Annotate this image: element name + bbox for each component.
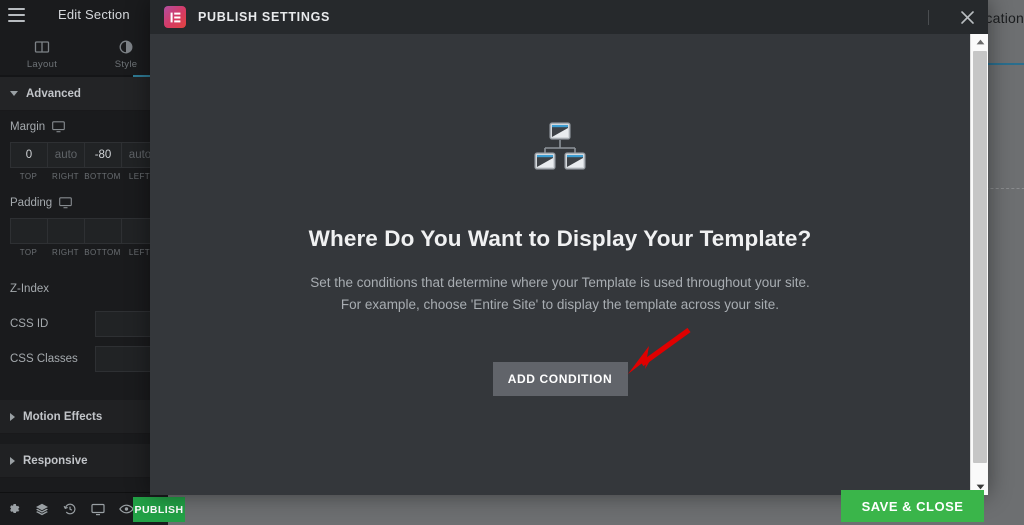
cssid-row: CSS ID xyxy=(0,306,168,341)
margin-bottom-label: BOTTOM xyxy=(84,172,121,181)
padding-label: Padding xyxy=(10,197,53,209)
sitemap-hierarchy-icon xyxy=(532,122,588,175)
padding-top-label: TOP xyxy=(19,248,38,257)
margin-bottom-cell: -80 BOTTOM xyxy=(84,142,122,181)
margin-top-label: TOP xyxy=(19,172,38,181)
page-title: Edit Section xyxy=(58,7,130,22)
hamburger-icon[interactable] xyxy=(8,8,25,22)
padding-top-input[interactable] xyxy=(10,218,48,244)
canvas-accent-line xyxy=(985,63,1024,65)
modal-scrollbar-thumb[interactable] xyxy=(973,51,987,463)
padding-bottom-label: BOTTOM xyxy=(84,248,121,257)
desktop-monitor-icon[interactable] xyxy=(59,197,73,209)
publish-button[interactable]: PUBLISH xyxy=(133,497,185,522)
margin-label: Margin xyxy=(10,121,46,133)
modal-description: Set the conditions that determine where … xyxy=(310,272,810,316)
zindex-label: Z-Index xyxy=(10,282,49,295)
padding-right-input[interactable] xyxy=(47,218,85,244)
cssclasses-label: CSS Classes xyxy=(10,352,78,365)
section-advanced-label: Advanced xyxy=(26,87,81,100)
sidebar-body: Advanced Margin 0 TOP auto RIGHT -80 BOT… xyxy=(0,77,168,478)
settings-gear-icon[interactable] xyxy=(0,502,28,516)
section-advanced[interactable]: Advanced xyxy=(0,77,168,111)
section-motion-effects-label: Motion Effects xyxy=(23,410,103,423)
modal-heading: Where Do You Want to Display Your Templa… xyxy=(308,226,812,251)
padding-bottom-input[interactable] xyxy=(84,218,122,244)
sidebar-tabs: Layout Style xyxy=(0,31,168,78)
margin-top-input[interactable]: 0 xyxy=(10,142,48,168)
section-motion-effects[interactable]: Motion Effects xyxy=(0,400,168,434)
cssclasses-row: CSS Classes xyxy=(0,341,168,376)
modal-body: Where Do You Want to Display Your Templa… xyxy=(150,34,988,495)
save-and-close-button[interactable]: SAVE & CLOSE xyxy=(841,490,984,522)
modal-scrollbar[interactable] xyxy=(970,34,988,495)
header-divider xyxy=(928,9,929,25)
panel-divider-2 xyxy=(0,434,168,444)
publish-settings-modal: PUBLISH SETTINGS Where Do You Want to Di… xyxy=(150,0,988,495)
margin-right-input[interactable]: auto xyxy=(47,142,85,168)
contrast-circle-icon xyxy=(118,39,134,55)
modal-header: PUBLISH SETTINGS xyxy=(150,0,988,34)
tab-style-label: Style xyxy=(114,59,138,70)
cssid-input[interactable] xyxy=(95,310,158,337)
sidebar-header: Edit Section xyxy=(0,0,168,31)
section-responsive[interactable]: Responsive xyxy=(0,444,168,478)
add-condition-button[interactable]: ADD CONDITION xyxy=(492,362,628,396)
tab-layout[interactable]: Layout xyxy=(0,31,84,75)
modal-content: Where Do You Want to Display Your Templa… xyxy=(150,34,970,495)
chevron-right-icon xyxy=(10,456,15,465)
zindex-row: Z-Index xyxy=(0,271,168,306)
margin-bottom-input[interactable]: -80 xyxy=(84,142,122,168)
padding-right-cell: RIGHT xyxy=(47,218,85,257)
margin-inputs: 0 TOP auto RIGHT -80 BOTTOM auto LEFT xyxy=(10,142,159,181)
cssclasses-input[interactable] xyxy=(95,345,158,372)
panel-divider xyxy=(0,390,168,400)
margin-top-cell: 0 TOP xyxy=(10,142,48,181)
modal-description-line-2: For example, choose 'Entire Site' to dis… xyxy=(340,297,780,312)
padding-top-cell: TOP xyxy=(10,218,48,257)
history-clock-icon[interactable] xyxy=(56,502,84,516)
editor-sidebar-panel: Edit Section Layout Style Advanced Margi… xyxy=(0,0,185,525)
elementor-logo-icon xyxy=(164,6,186,28)
red-pointer-arrow xyxy=(612,326,694,381)
section-responsive-label: Responsive xyxy=(23,454,88,467)
padding-control: Padding TOP RIGHT BOTTOM LEFT xyxy=(0,181,168,257)
margin-label-row: Margin xyxy=(10,121,158,133)
padding-bottom-cell: BOTTOM xyxy=(84,218,122,257)
margin-control: Margin 0 TOP auto RIGHT -80 BOTTOM auto … xyxy=(0,111,168,181)
scroll-up-arrow-icon[interactable] xyxy=(971,34,988,50)
editor-footer-toolbar: PUBLISH xyxy=(0,492,185,525)
chevron-right-icon xyxy=(10,412,15,421)
cssid-label: CSS ID xyxy=(10,317,49,330)
tab-layout-label: Layout xyxy=(26,59,58,70)
chevron-down-icon xyxy=(10,91,18,96)
responsive-monitor-icon[interactable] xyxy=(84,503,112,516)
desktop-monitor-icon[interactable] xyxy=(52,121,66,133)
screen-root: lication Edit Section Layout Style Advan… xyxy=(0,0,1024,525)
layout-columns-icon xyxy=(34,39,50,55)
margin-right-label: RIGHT xyxy=(52,172,79,181)
padding-right-label: RIGHT xyxy=(52,248,79,257)
close-x-icon[interactable] xyxy=(946,0,988,34)
modal-description-line-1: Set the conditions that determine where … xyxy=(310,275,810,290)
margin-right-cell: auto RIGHT xyxy=(47,142,85,181)
padding-label-row: Padding xyxy=(10,197,158,209)
modal-title: PUBLISH SETTINGS xyxy=(198,10,331,24)
layers-navigator-icon[interactable] xyxy=(28,502,56,516)
padding-inputs: TOP RIGHT BOTTOM LEFT xyxy=(10,218,159,257)
